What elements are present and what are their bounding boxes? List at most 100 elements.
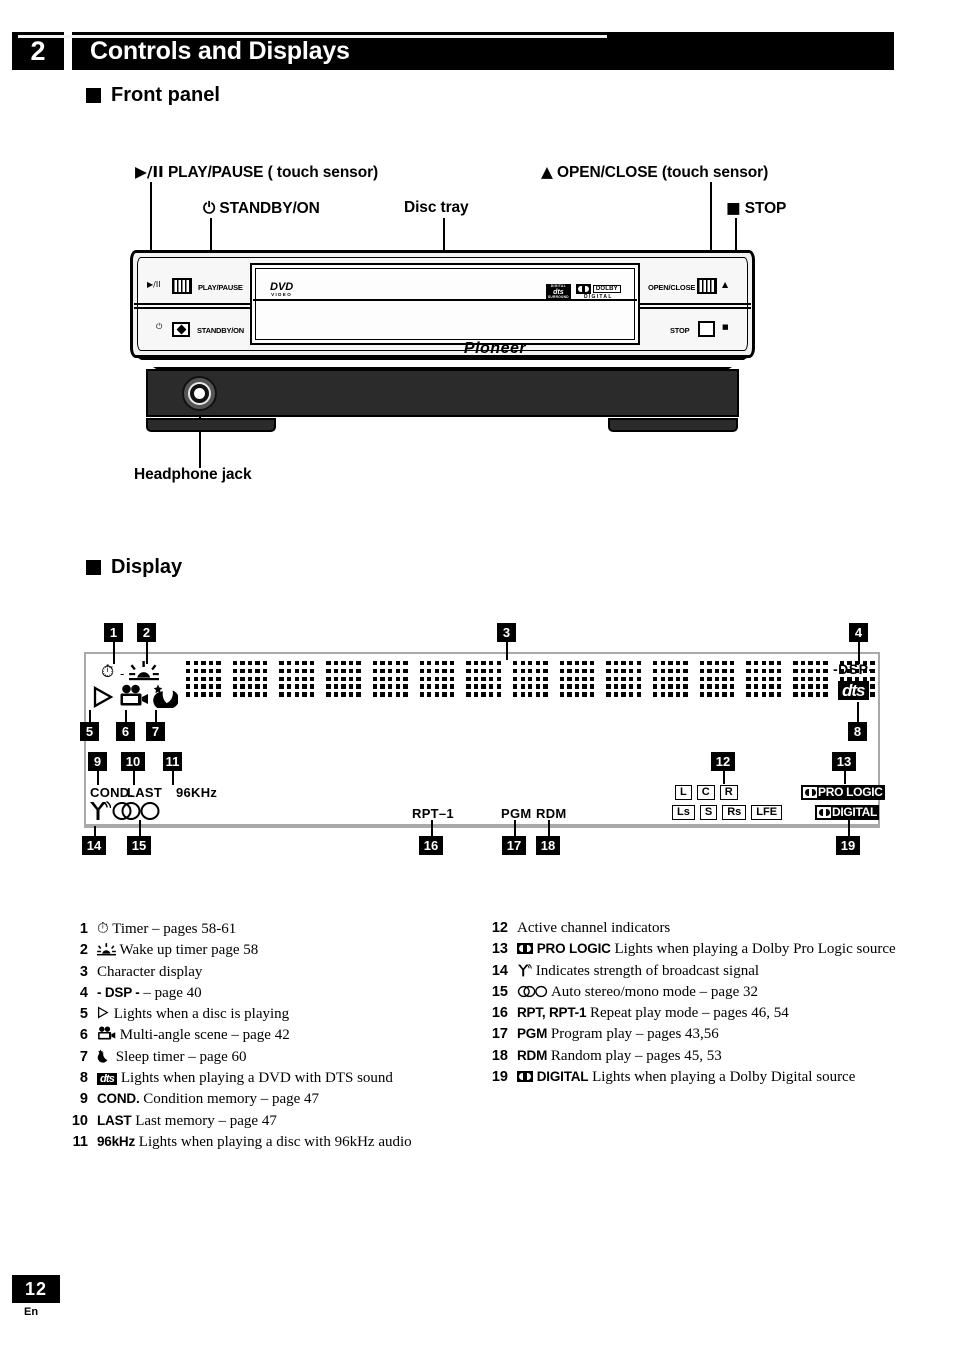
character-cell-dot [442,661,447,666]
character-cell-dot [279,684,284,689]
character-cell-dot [714,684,720,689]
character-cell-dot [496,676,501,681]
character-cell-dot [754,676,759,681]
character-cell-dot [216,684,221,689]
stop-button[interactable] [698,321,715,337]
character-cell-dot [559,684,565,689]
legend-item-desc: Lights when a disc is playing [113,1006,290,1023]
character-cell-dot [427,668,432,674]
standby-on-button[interactable] [172,322,190,337]
character-cell-dot [606,692,611,697]
character-cell-row [279,668,315,674]
character-cell-dot [263,668,268,674]
character-cell-dot [333,676,339,681]
dts-icon: dts [97,1073,118,1086]
character-cell-dot [263,661,268,666]
character-cell-dot [808,676,813,681]
character-cell [793,661,828,697]
disc-tray-inner [255,268,635,340]
character-cell-dot [186,676,191,681]
character-cell-row [512,668,548,674]
character-cell-dot [730,676,735,681]
legend-item-bold: PGM [517,1026,548,1042]
pro-logic-indicator: PRO LOGIC [801,785,885,800]
character-cell-dot [722,684,727,689]
character-cell-dot [699,676,705,681]
channel-C: C [696,785,715,800]
stereo-mono-icon [517,985,548,998]
character-cell-dot [434,676,440,681]
standby-on-button-label: STANDBY/ON [197,326,245,335]
dolby-digital-label: DIGITAL [832,805,878,819]
character-cell-row [232,668,268,674]
character-cell-dot [636,661,642,666]
character-cell-dot [520,692,525,697]
character-cell-dot [668,692,673,697]
character-cell-row [512,684,548,689]
dolby-digital-logo: DOLBY DIGITAL [575,284,621,300]
character-cell-dot [776,676,782,681]
character-cell-row [653,692,688,697]
character-cell-dot [341,676,346,681]
character-cell-dot [567,692,572,697]
dts-logo-bottom: SURROUND [548,294,569,299]
legend-item-number: 14 [491,962,508,979]
channel-L: L [675,785,692,800]
character-cell-dot [520,661,525,666]
callout-num-13: 13 [832,752,856,771]
legend-item-text: Lights when a disc is playing [97,1004,488,1025]
character-cell-dot [574,661,580,666]
callout-tick-8 [857,702,859,724]
character-cell-dot [208,661,214,666]
character-cell-dot [372,676,378,681]
character-cell-dot [660,684,665,689]
bullet-square-icon [86,88,101,103]
character-cell-dot [286,684,292,689]
character-cell-dot [449,668,455,674]
character-cell-dot [621,661,626,666]
brand-logo-text: Pioneer [463,340,527,357]
character-cell-dot [589,668,595,674]
character-cell-dot [201,668,206,674]
character-cell-row [466,692,501,697]
callout-headphone-jack: Headphone jack [134,466,252,483]
character-cell-dot [419,676,424,681]
dolby-double-d-icon [575,284,591,294]
character-cell-dot [473,676,479,681]
page-number: 12 [12,1275,60,1303]
character-cell-row [699,661,735,666]
character-cell-dot [800,661,806,666]
play-pause-button[interactable] [172,278,192,294]
character-cell-row [372,692,408,697]
character-cell-dot [232,668,238,674]
legend-item-bold: 96kHz [97,1133,136,1149]
character-cell-dot [769,684,774,689]
character-cell-dot [473,661,479,666]
character-cell-dot [473,668,479,674]
character-cell-dot [660,661,665,666]
legend-item-number: 5 [79,1006,88,1023]
character-cell-dot [442,692,447,697]
character-cell-dot [255,676,260,681]
character-cell [512,661,548,697]
character-cell-dot [442,668,447,674]
open-close-button[interactable] [697,278,717,294]
character-cell-dot [434,661,440,666]
character-cell-dot [808,692,813,697]
legend-item: 18 RDM Random play – pages 45, 53 [488,1046,908,1067]
character-cell-row [326,668,361,674]
channel-S: S [699,805,718,820]
legend-item: 4 - DSP - – page 40 [68,983,488,1004]
character-cell-dot [372,692,378,697]
character-cell-dot [333,668,339,674]
antenna-icon [518,963,532,976]
character-cell-dot [800,668,806,674]
character-cell-dot [754,668,759,674]
dvd-video-logo: DVD VIDEO [270,282,293,298]
character-cell-dot [326,668,331,674]
character-cell-dot [488,668,494,674]
panel-power-icon: ⏻ [156,322,163,331]
section-heading-display: Display [86,556,182,579]
character-cell-dot [372,661,378,666]
character-cell-dot [403,692,408,697]
